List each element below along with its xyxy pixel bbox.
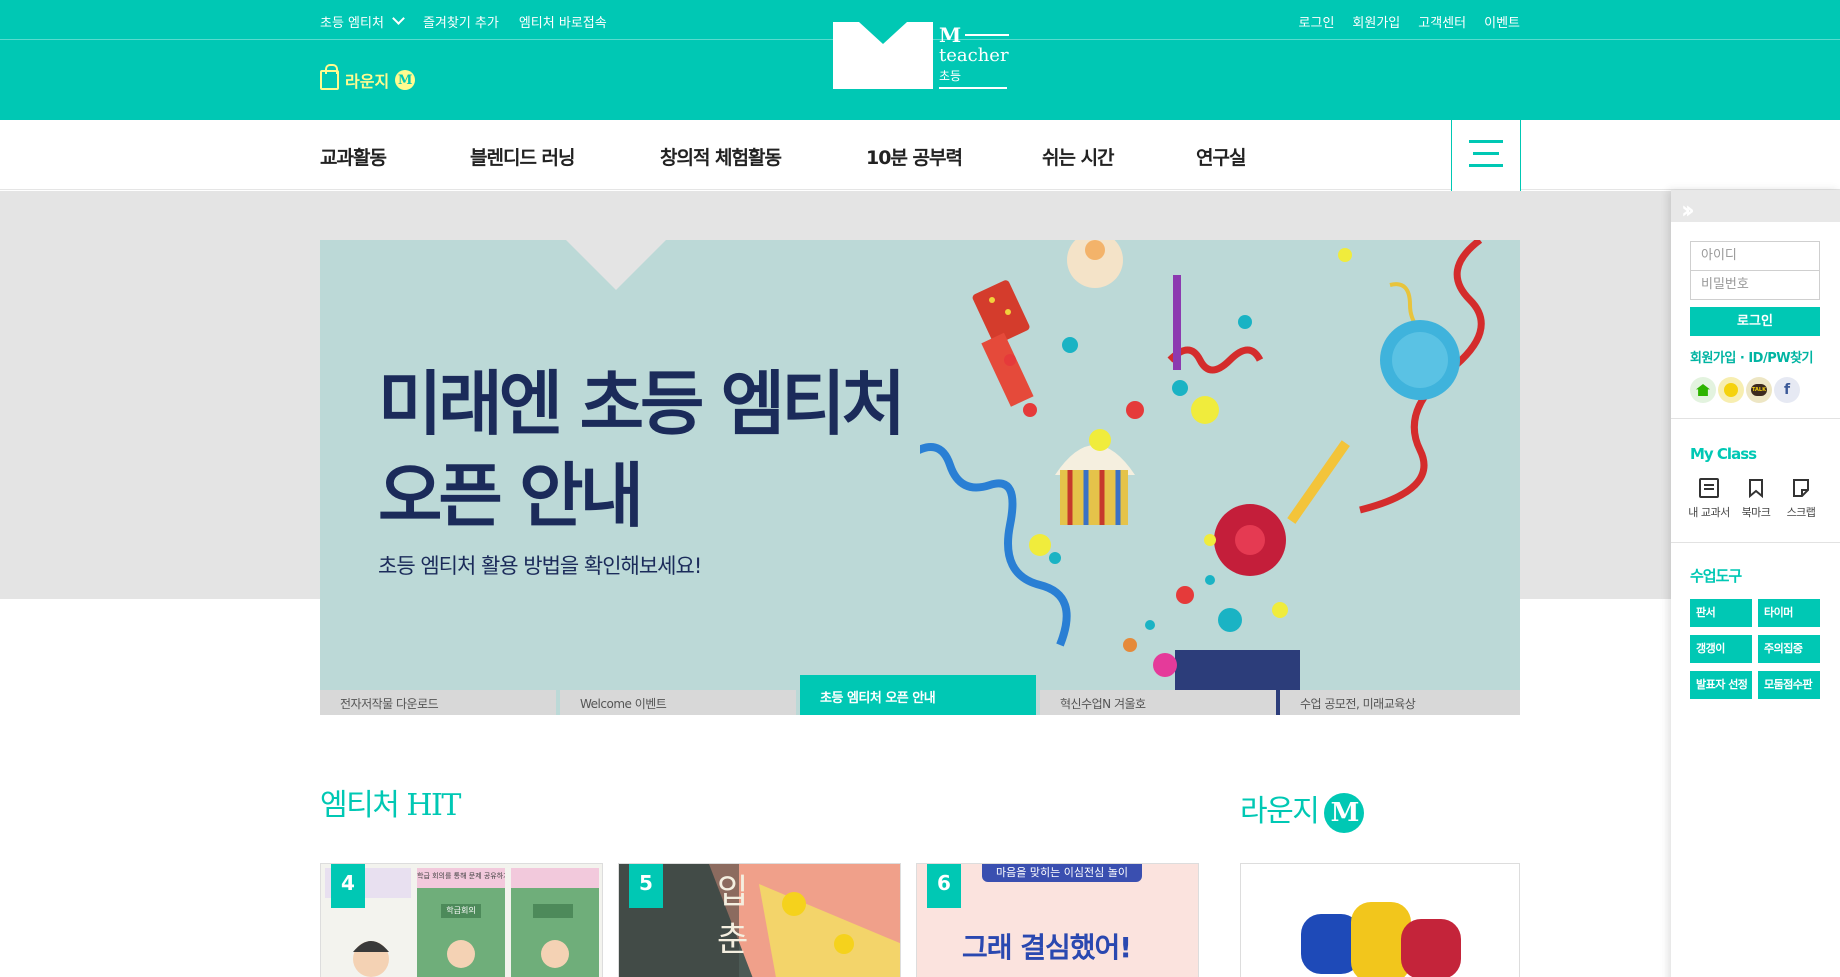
nav-item-creative[interactable]: 창의적 체험활동 [660,143,782,170]
myclass-bookmark[interactable]: 북마크 [1734,478,1778,520]
bookmark-icon [1746,478,1766,499]
site-switch-label: 초등 엠티처 [320,15,384,31]
kakaotalk-icon[interactable]: TALK [1746,377,1772,403]
banner-title: 미래엔 초등 엠티처 오픈 안내 [378,363,906,537]
id-input[interactable]: 아이디 [1690,241,1820,271]
shortcut-link[interactable]: 엠티처 바로접속 [519,12,607,31]
nav-item-study[interactable]: 10분 공부력 [866,143,963,170]
banner-tab[interactable]: Welcome 이벤트 [560,690,796,715]
nav-item-blended[interactable]: 블렌디드 러닝 [470,143,575,170]
tool-attention-button[interactable]: 주의집중 [1758,635,1820,663]
hit-card[interactable]: 입춘 5 [618,863,901,977]
logo-mark [833,22,933,89]
chevron-down-icon [392,12,405,25]
hit-card-heading: 입춘 [717,872,749,960]
hit-rank-badge: 5 [629,864,663,908]
scrap-icon [1791,478,1811,498]
site-logo[interactable]: M teacher 초등 [833,22,1010,90]
party-decoration-image [920,240,1485,715]
logo-m: M [939,23,962,47]
utility-left: 초등 엠티처 즐겨찾기 추가 엠티처 바로접속 [320,10,607,32]
nav-item-subject[interactable]: 교과활동 [320,143,387,170]
nav-item-break[interactable]: 쉬는 시간 [1042,143,1115,170]
banner-notch [566,240,666,290]
quick-panel-header: ›› [1671,190,1840,224]
quick-panel: ›› 아이디 비밀번호 로그인 회원가입 · ID/PW찾기 TALK f My… [1671,190,1840,977]
join-find-link[interactable]: 회원가입 · ID/PW찾기 [1690,347,1814,366]
main-nav: 교과활동 블렌디드 러닝 창의적 체험활동 10분 공부력 쉬는 시간 연구실 [0,120,1840,190]
hit-card-strip: 마음을 맞히는 이심전심 놀이 [982,864,1142,882]
tool-board-button[interactable]: 판서 [1690,599,1752,627]
banner-tab[interactable]: 전자저작물 다운로드 [320,690,556,715]
collapse-arrows-icon[interactable]: ›› [1681,196,1695,224]
quick-login-button[interactable]: 로그인 [1690,307,1820,336]
banner-tab[interactable]: 수업 공모전, 미래교육상 [1280,690,1520,715]
myclass-title: My Class [1690,445,1757,463]
myclass-textbook[interactable]: 내 교과서 [1687,478,1731,520]
hit-card-heading: 학급회의 [446,906,476,915]
hit-card-heading: 그래 결심했어! [962,931,1132,964]
banner-tab-active[interactable]: 초등 엠티처 오픈 안내 [800,675,1036,715]
nav-item-lab[interactable]: 연구실 [1196,143,1246,170]
support-link[interactable]: 고객센터 [1418,12,1466,31]
hit-card[interactable]: 마음을 맞히는 이심전심 놀이 그래 결심했어! 6 [916,863,1199,977]
tool-random-button[interactable]: 갱갱이 [1690,635,1752,663]
page: 초등 엠티처 즐겨찾기 추가 엠티처 바로접속 로그인 회원가입 고객센터 이벤… [0,0,1840,977]
password-input[interactable]: 비밀번호 [1690,270,1820,300]
hit-card[interactable]: 학급회의 학급 회의를 통해 문제 공유하기 4 [320,863,603,977]
bookmark-add-link[interactable]: 즐겨찾기 추가 [423,12,499,31]
hit-rank-badge: 4 [331,864,365,908]
main-banner[interactable]: 미래엔 초등 엠티처 오픈 안내 초등 엠티처 활용 방법을 확인해보세요! [320,240,1520,715]
hit-rank-badge: 6 [927,864,961,908]
lounge-product-image [1301,902,1461,977]
m-badge-icon: M [1324,793,1365,833]
kakaotalk-icon-label: TALK [1751,384,1767,396]
lounge-link[interactable]: 라운지 M [320,64,416,92]
top-header: 초등 엠티처 즐겨찾기 추가 엠티처 바로접속 로그인 회원가입 고객센터 이벤… [0,0,1840,120]
tool-presenter-button[interactable]: 발표자 선정 [1690,671,1752,699]
login-link[interactable]: 로그인 [1299,12,1335,31]
banner-tab[interactable]: 혁신수업N 겨울호 [1040,690,1276,715]
logo-level: 초등 [939,69,1007,89]
site-switch-dropdown[interactable]: 초등 엠티처 [320,12,405,31]
event-link[interactable]: 이벤트 [1484,12,1520,31]
utility-right: 로그인 회원가입 고객센터 이벤트 [1299,10,1520,32]
logo-wordmark: M teacher 초등 [939,23,1010,89]
join-link[interactable]: 회원가입 [1352,12,1400,31]
tool-scoreboard-button[interactable]: 모둠점수판 [1758,671,1820,699]
lounge-card[interactable] [1240,863,1520,977]
naver-icon[interactable] [1690,377,1716,403]
hit-section-title: 엠티처 HIT [320,788,461,823]
myclass-scrap[interactable]: 스크랩 [1779,478,1823,520]
hamburger-icon [1469,140,1503,143]
shopping-bag-icon [320,64,339,90]
logo-teacher: teacher [939,45,1009,66]
lounge-section-title: 라운지 M [1240,786,1365,833]
tool-timer-button[interactable]: 타이머 [1758,599,1820,627]
tools-title: 수업도구 [1690,567,1742,585]
lounge-link-label: 라운지 [345,72,390,91]
banner-subtitle: 초등 엠티처 활용 방법을 확인해보세요! [378,554,702,578]
banner-tabs: 전자저작물 다운로드 Welcome 이벤트 초등 엠티처 오픈 안내 혁신수업… [320,675,1520,715]
m-badge-icon: M [395,70,416,90]
facebook-icon[interactable]: f [1774,377,1800,403]
hit-card-caption: 학급 회의를 통해 문제 공유하기 [417,872,505,880]
menu-button[interactable] [1451,120,1521,191]
textbook-icon [1699,478,1719,498]
kakao-icon[interactable] [1718,377,1744,403]
